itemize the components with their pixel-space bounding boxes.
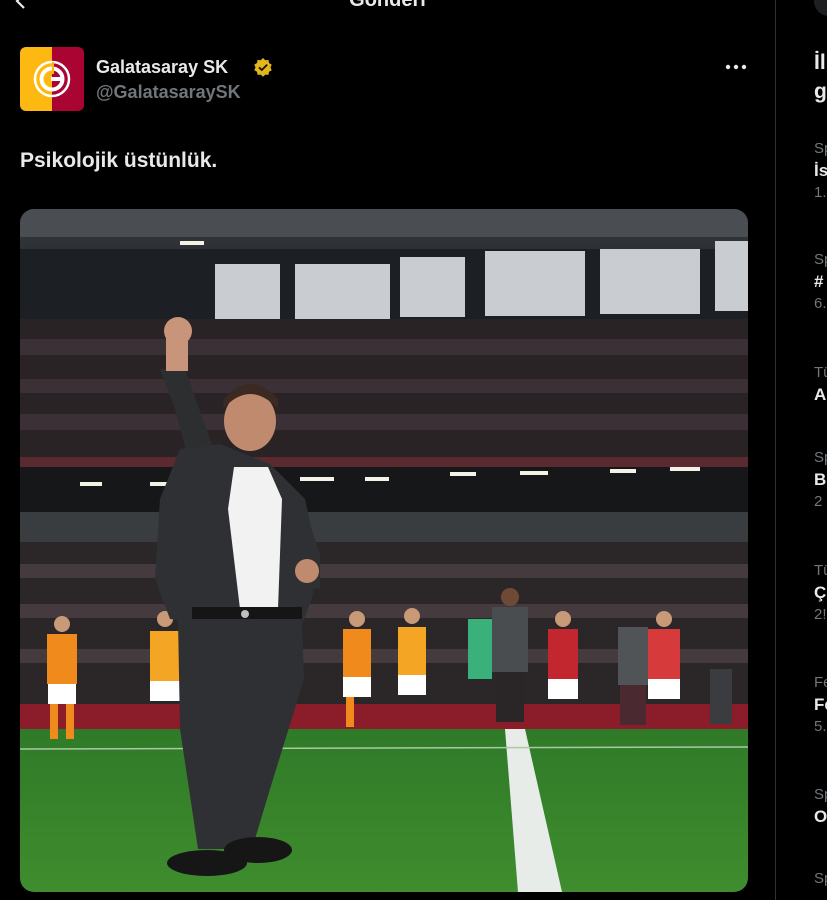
- trend-name: A: [814, 385, 827, 404]
- trend-category: Sp: [814, 449, 827, 466]
- trend-category: Sp: [814, 140, 827, 157]
- trend-category: Sp: [814, 251, 827, 268]
- trend-count: 2: [814, 493, 823, 510]
- trend-item[interactable]: Tü Ç 2!: [814, 562, 827, 624]
- trend-item[interactable]: Sp O: [814, 786, 827, 848]
- trend-name: O: [814, 807, 827, 826]
- trend-item[interactable]: Sp İs 1.: [814, 140, 827, 202]
- trend-item[interactable]: Sp B 2: [814, 449, 827, 511]
- page-title: Gönderi: [349, 0, 426, 11]
- trend-name: Fe: [814, 695, 827, 714]
- trend-item[interactable]: Tü A: [814, 364, 827, 426]
- trends-title-line2: g: [814, 80, 827, 103]
- trend-count: 6.: [814, 295, 827, 312]
- trend-count: 2!: [814, 606, 827, 623]
- trend-name: İs: [814, 161, 827, 180]
- verified-badge-icon: [254, 58, 272, 77]
- trend-category: Tü: [814, 562, 827, 579]
- trend-category: Tü: [814, 364, 827, 381]
- post-image[interactable]: [20, 209, 748, 892]
- trend-name: Ç: [814, 583, 827, 602]
- trend-count: 5.: [814, 718, 827, 735]
- trend-name: #: [814, 272, 824, 291]
- trends-title: İl g: [814, 48, 827, 106]
- trend-category: Sp: [814, 786, 827, 803]
- trend-count: 1.: [814, 184, 827, 201]
- trend-count: [814, 830, 827, 848]
- trends-sidebar: İl g Sp İs 1. Sp # 6. Tü A Sp B 2 Tü Ç 2…: [776, 0, 827, 900]
- author-avatar[interactable]: [20, 47, 84, 111]
- galatasaray-logo-icon: [20, 47, 84, 111]
- trend-item[interactable]: Sp: [814, 870, 827, 888]
- trend-category: Sp: [814, 870, 827, 887]
- trend-item[interactable]: Sp # 6.: [814, 251, 827, 313]
- main-column: Gönderi Galatasaray SK @GalatasaraySK Ps…: [0, 0, 775, 900]
- author-handle[interactable]: @GalatasaraySK: [96, 82, 241, 103]
- profile-avatar[interactable]: [814, 0, 827, 16]
- more-dots-icon[interactable]: [724, 64, 748, 70]
- top-bar: Gönderi: [0, 0, 775, 14]
- author-display-name[interactable]: Galatasaray SK: [96, 57, 228, 78]
- trends-title-line1: İl: [814, 51, 826, 74]
- trend-category: Fe: [814, 674, 827, 691]
- post-text: Psikolojik üstünlük.: [20, 149, 218, 172]
- stadium-photo: [20, 209, 748, 892]
- trend-count: [814, 408, 827, 426]
- trend-item[interactable]: Fe Fe 5.: [814, 674, 827, 736]
- trend-name: B: [814, 470, 827, 489]
